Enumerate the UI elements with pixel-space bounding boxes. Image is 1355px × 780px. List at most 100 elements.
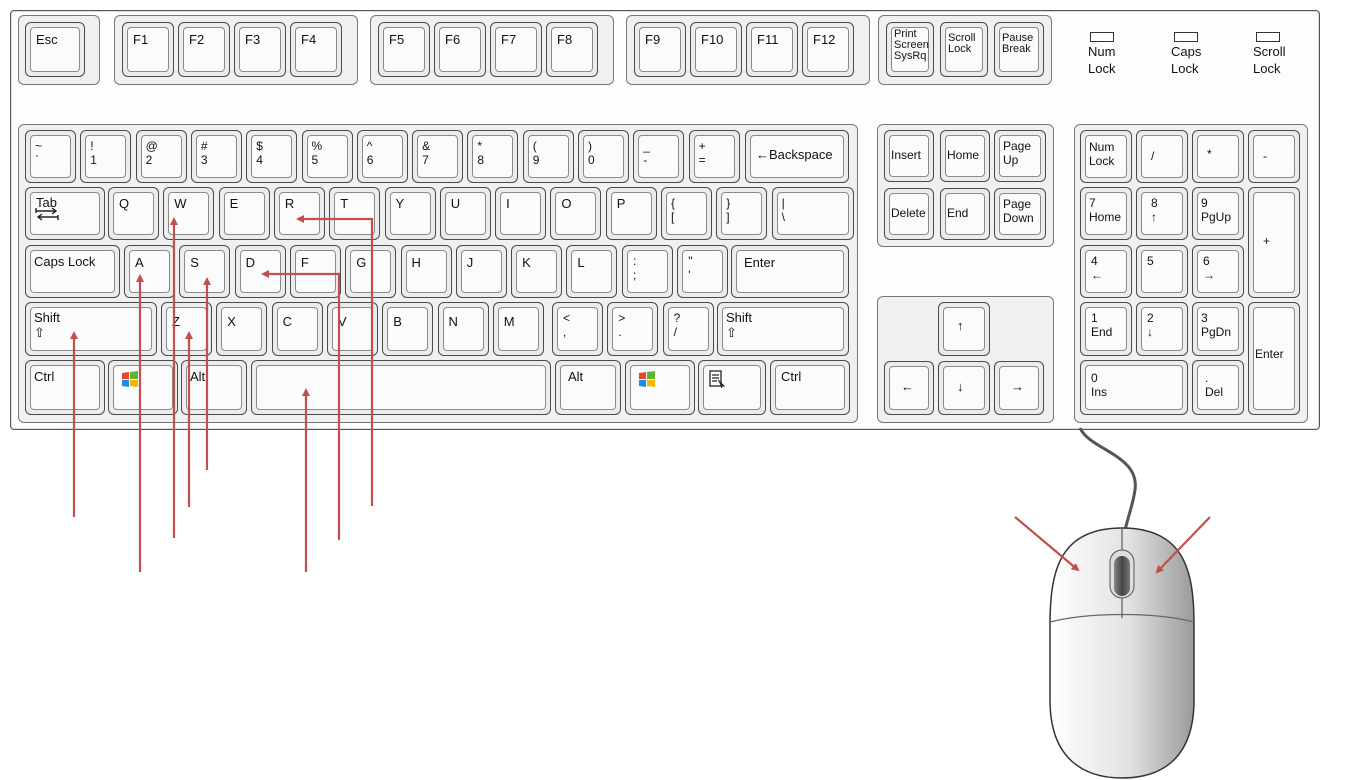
key-right-shift[interactable]: Shift ⇧ xyxy=(717,302,849,356)
key-f4[interactable]: F4 xyxy=(290,22,342,77)
key-1[interactable]: ! 1 xyxy=(80,130,132,183)
key-scroll-lock[interactable]: Scroll Lock xyxy=(940,22,988,77)
key-s[interactable]: S xyxy=(179,245,231,298)
key-menu[interactable] xyxy=(698,360,766,415)
key-bracket-1[interactable]: } ] xyxy=(716,187,768,240)
key-symbol[interactable]: + = xyxy=(688,130,740,183)
key-8[interactable]: * 8 xyxy=(467,130,519,183)
key-arrow-right[interactable]: → xyxy=(994,361,1044,415)
key-enter[interactable]: Enter xyxy=(731,245,849,298)
numpad-enter[interactable]: Enter xyxy=(1248,302,1300,415)
key-h[interactable]: H xyxy=(400,245,452,298)
key-y[interactable]: Y xyxy=(384,187,436,240)
key-x[interactable]: X xyxy=(216,302,268,356)
key-f10[interactable]: F10 xyxy=(690,22,742,77)
numpad-del[interactable]: . Del xyxy=(1192,360,1244,415)
key-k[interactable]: K xyxy=(511,245,563,298)
numpad-7-home[interactable]: 7 Home xyxy=(1080,187,1132,240)
key-w[interactable]: W xyxy=(163,187,215,240)
numpad-multiply[interactable]: * xyxy=(1192,130,1244,183)
key-right-windows[interactable] xyxy=(625,360,695,415)
key-v[interactable]: V xyxy=(326,302,378,356)
key-backspace[interactable]: ←Backspace xyxy=(745,130,849,183)
key-space[interactable] xyxy=(251,360,551,415)
key-esc[interactable]: Esc xyxy=(25,22,85,77)
key-9[interactable]: ( 9 xyxy=(522,130,574,183)
key-f2[interactable]: F2 xyxy=(178,22,230,77)
numpad-minus[interactable]: - xyxy=(1248,130,1300,183)
key-print-screen[interactable]: Print Screen SysRq xyxy=(886,22,934,77)
numpad-5[interactable]: 5 xyxy=(1136,245,1188,298)
key-c[interactable]: C xyxy=(271,302,323,356)
key-left-alt[interactable]: Alt xyxy=(181,360,247,415)
key-f12[interactable]: F12 xyxy=(802,22,854,77)
key-f[interactable]: F xyxy=(289,245,341,298)
key-u[interactable]: U xyxy=(439,187,491,240)
key-right-alt[interactable]: Alt xyxy=(555,360,621,415)
key-arrow-down[interactable]: ↓ xyxy=(938,361,990,415)
key-2[interactable]: @ 2 xyxy=(135,130,187,183)
key-left-shift[interactable]: Shift ⇧ xyxy=(25,302,157,356)
key-q[interactable]: Q xyxy=(108,187,159,240)
key-right-ctrl[interactable]: Ctrl xyxy=(770,360,850,415)
key-delete[interactable]: Delete xyxy=(884,188,934,240)
key-g[interactable]: G xyxy=(345,245,397,298)
key-t[interactable]: T xyxy=(329,187,381,240)
key-left-windows[interactable] xyxy=(108,360,178,415)
key-b[interactable]: B xyxy=(382,302,434,356)
key-page-down[interactable]: Page Down xyxy=(994,188,1046,240)
key-punct-0[interactable]: : ; xyxy=(622,245,673,298)
key-n[interactable]: N xyxy=(437,302,489,356)
numpad-8-up[interactable]: 8 ↑ xyxy=(1136,187,1188,240)
numpad-2-down[interactable]: 2 ↓ xyxy=(1136,302,1188,356)
key-home[interactable]: Home xyxy=(940,130,990,182)
key-punct-b2[interactable]: ? / xyxy=(662,302,714,356)
numpad-9-pgup[interactable]: 9 PgUp xyxy=(1192,187,1244,240)
numpad-4-left[interactable]: 4 ← xyxy=(1080,245,1132,298)
key-f5[interactable]: F5 xyxy=(378,22,430,77)
numpad-1-end[interactable]: 1 End xyxy=(1080,302,1132,356)
key-bracket-0[interactable]: { [ xyxy=(661,187,712,240)
key-d[interactable]: D xyxy=(234,245,286,298)
key-i[interactable]: I xyxy=(495,187,547,240)
key-f7[interactable]: F7 xyxy=(490,22,542,77)
key-pause-break[interactable]: Pause Break xyxy=(994,22,1044,77)
key-f3[interactable]: F3 xyxy=(234,22,286,77)
key-symbol[interactable]: _ - xyxy=(633,130,685,183)
key-page-up[interactable]: Page Up xyxy=(994,130,1046,182)
key-caps-lock[interactable]: Caps Lock xyxy=(25,245,120,298)
key-4[interactable]: $ 4 xyxy=(246,130,298,183)
key-f9[interactable]: F9 xyxy=(634,22,686,77)
key-5[interactable]: % 5 xyxy=(301,130,353,183)
key-punct-b0[interactable]: < , xyxy=(552,302,603,356)
key-m[interactable]: M xyxy=(492,302,544,356)
key-f6[interactable]: F6 xyxy=(434,22,486,77)
numpad-3-pgdn[interactable]: 3 PgDn xyxy=(1192,302,1244,356)
numpad-num-lock[interactable]: Num Lock xyxy=(1080,130,1132,183)
key-o[interactable]: O xyxy=(550,187,602,240)
key-f8[interactable]: F8 xyxy=(546,22,598,77)
key-punct-b1[interactable]: > . xyxy=(607,302,659,356)
key-symbol[interactable]: ~ ` xyxy=(25,130,76,183)
key-7[interactable]: & 7 xyxy=(412,130,464,183)
key-l[interactable]: L xyxy=(566,245,618,298)
numpad-6-right[interactable]: 6 → xyxy=(1192,245,1244,298)
numpad-plus[interactable]: + xyxy=(1248,187,1300,298)
key-e[interactable]: E xyxy=(218,187,270,240)
key-punct-1[interactable]: " ' xyxy=(677,245,729,298)
numpad-divide[interactable]: / xyxy=(1136,130,1188,183)
key-f1[interactable]: F1 xyxy=(122,22,174,77)
key-left-ctrl[interactable]: Ctrl xyxy=(25,360,105,415)
key-6[interactable]: ^ 6 xyxy=(356,130,408,183)
numpad-0-ins[interactable]: 0 Ins xyxy=(1080,360,1188,415)
key-arrow-left[interactable]: ← xyxy=(884,361,934,415)
key-p[interactable]: P xyxy=(605,187,657,240)
key-j[interactable]: J xyxy=(455,245,507,298)
key-0[interactable]: ) 0 xyxy=(578,130,629,183)
key-end[interactable]: End xyxy=(940,188,990,240)
key-z[interactable]: Z xyxy=(161,302,212,356)
key-3[interactable]: # 3 xyxy=(190,130,242,183)
key-bracket-2[interactable]: | \ xyxy=(771,187,854,240)
key-r[interactable]: R xyxy=(273,187,325,240)
key-f11[interactable]: F11 xyxy=(746,22,798,77)
